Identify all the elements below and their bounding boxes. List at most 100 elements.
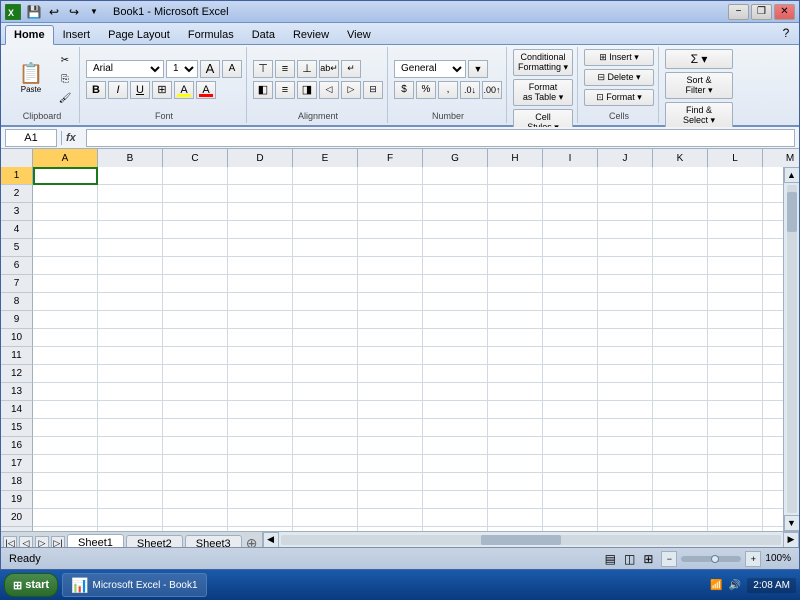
minimize-button[interactable]: − [728, 4, 749, 20]
cell-B18[interactable] [98, 473, 163, 491]
cell-B1[interactable] [98, 167, 163, 185]
row-header-4[interactable]: 4 [1, 221, 33, 239]
cell-G19[interactable] [423, 491, 488, 509]
cell-D2[interactable] [228, 185, 293, 203]
cell-K10[interactable] [653, 329, 708, 347]
format-painter-button[interactable]: 🖌 [55, 89, 75, 107]
font-color-button[interactable]: A [196, 81, 216, 99]
cell-B16[interactable] [98, 437, 163, 455]
cell-G2[interactable] [423, 185, 488, 203]
cell-C16[interactable] [163, 437, 228, 455]
cell-A1[interactable] [33, 167, 98, 185]
cell-L15[interactable] [708, 419, 763, 437]
cell-L11[interactable] [708, 347, 763, 365]
cell-I9[interactable] [543, 311, 598, 329]
cell-J1[interactable] [598, 167, 653, 185]
cell-E10[interactable] [293, 329, 358, 347]
cell-K17[interactable] [653, 455, 708, 473]
cell-H17[interactable] [488, 455, 543, 473]
cell-E19[interactable] [293, 491, 358, 509]
cell-M5[interactable] [763, 239, 783, 257]
comma-btn[interactable]: , [438, 81, 458, 99]
scroll-up-btn[interactable]: ▲ [784, 167, 800, 183]
cell-K7[interactable] [653, 275, 708, 293]
cell-F21[interactable] [358, 527, 423, 531]
merge-cells-btn[interactable]: ⊟ [363, 81, 383, 99]
align-middle-btn[interactable]: ≡ [275, 60, 295, 78]
cell-A5[interactable] [33, 239, 98, 257]
cell-M10[interactable] [763, 329, 783, 347]
cell-F4[interactable] [358, 221, 423, 239]
row-header-7[interactable]: 7 [1, 275, 33, 293]
cell-M21[interactable] [763, 527, 783, 531]
cell-C14[interactable] [163, 401, 228, 419]
start-button[interactable]: ⊞ start [4, 573, 58, 597]
cell-C3[interactable] [163, 203, 228, 221]
cell-F10[interactable] [358, 329, 423, 347]
cell-L3[interactable] [708, 203, 763, 221]
cell-A16[interactable] [33, 437, 98, 455]
row-header-1[interactable]: 1 [1, 167, 33, 185]
cell-G14[interactable] [423, 401, 488, 419]
cell-E6[interactable] [293, 257, 358, 275]
cell-C13[interactable] [163, 383, 228, 401]
cell-M15[interactable] [763, 419, 783, 437]
cell-H20[interactable] [488, 509, 543, 527]
cell-I14[interactable] [543, 401, 598, 419]
row-header-16[interactable]: 16 [1, 437, 33, 455]
cell-I20[interactable] [543, 509, 598, 527]
cell-I3[interactable] [543, 203, 598, 221]
cell-D5[interactable] [228, 239, 293, 257]
cell-G5[interactable] [423, 239, 488, 257]
cell-M19[interactable] [763, 491, 783, 509]
cell-B7[interactable] [98, 275, 163, 293]
row-header-2[interactable]: 2 [1, 185, 33, 203]
cell-B3[interactable] [98, 203, 163, 221]
cell-C15[interactable] [163, 419, 228, 437]
cell-B5[interactable] [98, 239, 163, 257]
cell-H21[interactable] [488, 527, 543, 531]
cell-L9[interactable] [708, 311, 763, 329]
cell-E3[interactable] [293, 203, 358, 221]
col-header-M[interactable]: M [763, 149, 799, 167]
cell-F7[interactable] [358, 275, 423, 293]
cell-K2[interactable] [653, 185, 708, 203]
increase-decimal-btn[interactable]: .00↑ [482, 81, 502, 99]
cell-M3[interactable] [763, 203, 783, 221]
cell-M2[interactable] [763, 185, 783, 203]
cell-C10[interactable] [163, 329, 228, 347]
cell-H10[interactable] [488, 329, 543, 347]
cell-L5[interactable] [708, 239, 763, 257]
cell-K18[interactable] [653, 473, 708, 491]
cell-D18[interactable] [228, 473, 293, 491]
cell-B13[interactable] [98, 383, 163, 401]
cell-C7[interactable] [163, 275, 228, 293]
cell-E18[interactable] [293, 473, 358, 491]
cell-C1[interactable] [163, 167, 228, 185]
cell-K12[interactable] [653, 365, 708, 383]
cell-H19[interactable] [488, 491, 543, 509]
cell-H14[interactable] [488, 401, 543, 419]
cell-G10[interactable] [423, 329, 488, 347]
cell-A15[interactable] [33, 419, 98, 437]
currency-btn[interactable]: $ [394, 81, 414, 99]
row-header-13[interactable]: 13 [1, 383, 33, 401]
cell-M6[interactable] [763, 257, 783, 275]
cell-D6[interactable] [228, 257, 293, 275]
cell-J13[interactable] [598, 383, 653, 401]
cell-I5[interactable] [543, 239, 598, 257]
cell-J6[interactable] [598, 257, 653, 275]
col-header-L[interactable]: L [708, 149, 763, 167]
cell-J19[interactable] [598, 491, 653, 509]
bold-button[interactable]: B [86, 81, 106, 99]
cell-D1[interactable] [228, 167, 293, 185]
insert-cells-btn[interactable]: ⊞ Insert ▾ [584, 49, 654, 66]
increase-font-btn[interactable]: A [200, 60, 220, 78]
cell-F17[interactable] [358, 455, 423, 473]
cell-G17[interactable] [423, 455, 488, 473]
cell-H8[interactable] [488, 293, 543, 311]
cell-M20[interactable] [763, 509, 783, 527]
cell-E1[interactable] [293, 167, 358, 185]
tab-insert[interactable]: Insert [54, 25, 100, 44]
cell-I4[interactable] [543, 221, 598, 239]
